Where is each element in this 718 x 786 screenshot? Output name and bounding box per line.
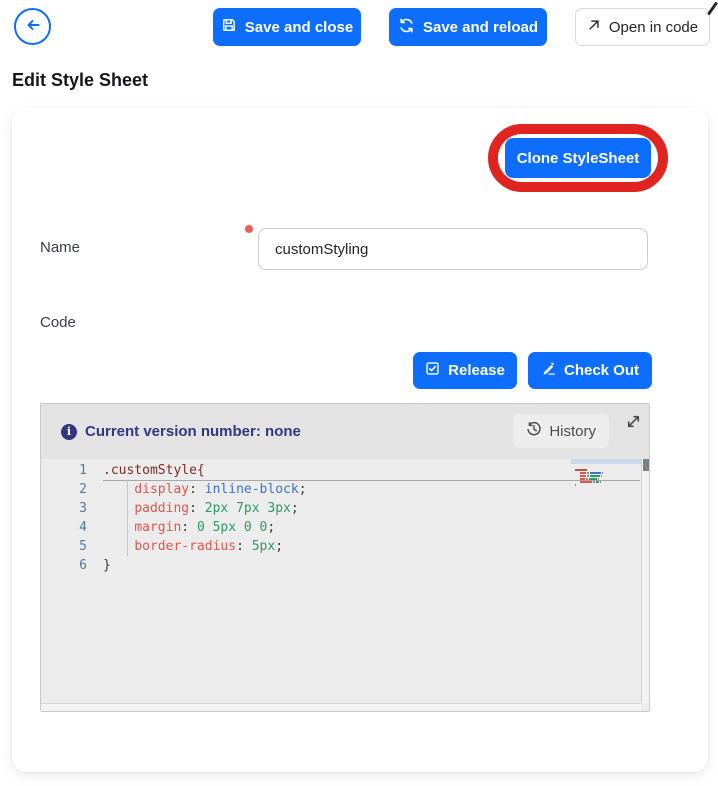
code-line[interactable]: border-radius: 5px; xyxy=(103,537,640,556)
arrow-left-icon xyxy=(24,16,42,37)
name-label: Name xyxy=(40,239,80,256)
save-and-close-label: Save and close xyxy=(245,19,353,36)
open-in-code-button[interactable]: Open in code xyxy=(575,8,710,46)
code-line[interactable]: padding: 2px 7px 3px; xyxy=(103,499,640,518)
clone-stylesheet-button[interactable]: Clone StyleSheet xyxy=(505,138,651,178)
save-icon xyxy=(221,17,237,37)
checkbox-check-icon xyxy=(425,361,440,380)
arrow-up-right-icon xyxy=(587,18,601,36)
code-line[interactable]: display: inline-block; xyxy=(103,480,640,499)
check-out-button[interactable]: Check Out xyxy=(528,352,652,389)
history-icon xyxy=(526,421,542,441)
screen: Save and close Save and reload Open in c… xyxy=(0,0,718,786)
vertical-scrollbar-thumb[interactable] xyxy=(643,459,649,471)
code-label: Code xyxy=(40,314,76,331)
code-line[interactable]: .customStyle{ xyxy=(103,461,640,480)
active-line-underline xyxy=(103,480,640,481)
line-number: 3 xyxy=(41,499,103,518)
save-and-reload-button[interactable]: Save and reload xyxy=(389,8,547,46)
history-label: History xyxy=(549,423,596,440)
version-info: i Current version number: none xyxy=(61,423,301,440)
line-number: 6 xyxy=(41,556,103,575)
line-number: 1 xyxy=(41,461,103,480)
release-label: Release xyxy=(448,362,505,379)
code-line[interactable]: margin: 0 5px 0 0; xyxy=(103,518,640,537)
gutter: 123456 xyxy=(41,461,103,575)
code-lines: .customStyle{ display: inline-block; pad… xyxy=(103,461,640,575)
red-highlight-annotation: Clone StyleSheet xyxy=(488,124,668,192)
pen-icon xyxy=(541,361,556,380)
save-and-close-button[interactable]: Save and close xyxy=(213,8,361,46)
vertical-scrollbar[interactable] xyxy=(641,459,649,703)
editor-header: i Current version number: none History xyxy=(41,404,649,459)
name-input[interactable] xyxy=(258,228,648,270)
version-info-text: Current version number: none xyxy=(85,423,301,440)
back-button[interactable] xyxy=(14,8,51,45)
editor-body[interactable]: 123456 .customStyle{ display: inline-blo… xyxy=(41,459,649,711)
release-button[interactable]: Release xyxy=(413,352,517,389)
code-line[interactable]: } xyxy=(103,556,640,575)
clone-stylesheet-label: Clone StyleSheet xyxy=(517,150,640,167)
line-number: 2 xyxy=(41,480,103,499)
minimap[interactable] xyxy=(575,459,637,480)
line-number: 5 xyxy=(41,537,103,556)
code-editor: i Current version number: none History xyxy=(40,403,650,712)
indent-guide xyxy=(127,480,128,556)
open-in-code-label: Open in code xyxy=(609,19,698,36)
reload-icon xyxy=(398,17,415,38)
horizontal-scrollbar[interactable] xyxy=(41,703,641,711)
info-icon: i xyxy=(61,424,77,440)
minimap-rows xyxy=(575,459,637,479)
line-number: 4 xyxy=(41,518,103,537)
save-and-reload-label: Save and reload xyxy=(423,19,538,36)
history-button[interactable]: History xyxy=(513,414,609,448)
check-out-label: Check Out xyxy=(564,362,639,379)
pointer-artifact xyxy=(707,1,718,15)
required-indicator-dot xyxy=(245,225,253,233)
edit-stylesheet-card: Clone StyleSheet Name Code Release xyxy=(12,108,708,772)
fullscreen-expand-icon[interactable] xyxy=(624,413,642,431)
page-title: Edit Style Sheet xyxy=(12,70,148,91)
